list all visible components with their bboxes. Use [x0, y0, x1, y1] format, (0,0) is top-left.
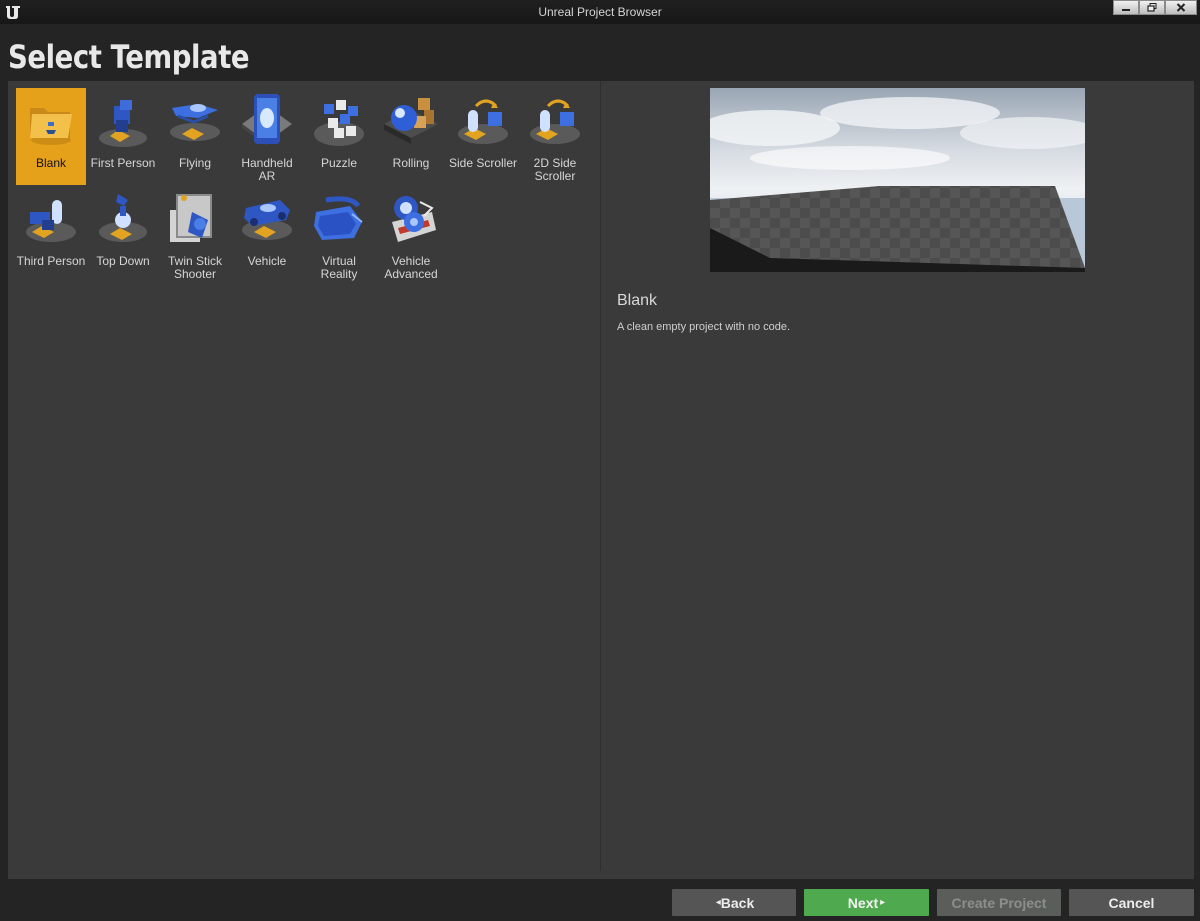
template-label: Rolling	[392, 156, 430, 170]
template-flying[interactable]: Flying	[160, 88, 230, 186]
flying-icon	[168, 94, 222, 148]
template-label: Third Person	[16, 254, 86, 268]
cancel-button[interactable]: Cancel	[1069, 889, 1194, 916]
template-description: A clean empty project with no code.	[617, 321, 791, 333]
template-label: Vehicle Advanced	[384, 254, 438, 281]
template-preview-image	[710, 88, 1085, 272]
minimize-button[interactable]	[1113, 0, 1139, 15]
top-down-icon	[96, 192, 150, 246]
template-first-person[interactable]: First Person	[88, 88, 158, 186]
title-bar: Unreal Project Browser	[0, 0, 1200, 24]
template-label: 2D Side Scroller	[533, 156, 577, 183]
pane-divider	[600, 81, 601, 871]
close-icon	[1176, 3, 1186, 12]
template-label: Flying	[178, 156, 211, 170]
template-vehicle-advanced[interactable]: Vehicle Advanced	[376, 186, 446, 284]
first-person-icon	[96, 94, 150, 148]
rolling-icon	[384, 94, 438, 148]
minimize-icon	[1122, 8, 1130, 11]
template-vehicle[interactable]: Vehicle	[232, 186, 302, 284]
template-label: First Person	[90, 156, 156, 170]
template-blank[interactable]: Blank	[16, 88, 86, 185]
puzzle-icon	[312, 94, 366, 148]
template-label: Puzzle	[320, 156, 358, 170]
cancel-label: Cancel	[1108, 894, 1155, 911]
template-details: Blank A clean empty project with no code…	[602, 81, 1194, 879]
template-label: Top Down	[96, 254, 150, 268]
template-rolling[interactable]: Rolling	[376, 88, 446, 186]
template-name: Blank	[617, 292, 658, 309]
template-virtual-reality[interactable]: Virtual Reality	[304, 186, 374, 284]
template-label: Twin Stick Shooter	[167, 254, 222, 281]
side-scroller-icon	[456, 94, 510, 148]
template-puzzle[interactable]: Puzzle	[304, 88, 374, 186]
template-top-down[interactable]: Top Down	[88, 186, 158, 284]
next-button[interactable]: Next ▸	[804, 889, 929, 916]
twin-stick-shooter-icon	[168, 192, 222, 246]
restore-icon	[1147, 3, 1157, 12]
template-label: Virtual Reality	[320, 254, 358, 281]
template-2d-side-scroller[interactable]: 2D Side Scroller	[520, 88, 590, 186]
handheld-ar-icon	[240, 94, 294, 148]
create-project-button[interactable]: Create Project	[937, 889, 1061, 916]
back-label: Back	[720, 894, 755, 911]
template-label: Handheld AR	[241, 156, 293, 183]
window-title: Unreal Project Browser	[538, 5, 662, 19]
next-label: Next	[847, 894, 879, 911]
template-label: Side Scroller	[448, 156, 518, 170]
back-button[interactable]: ◂ Back	[672, 889, 796, 916]
restore-button[interactable]	[1139, 0, 1165, 15]
template-twin-stick-shooter[interactable]: Twin Stick Shooter	[160, 186, 230, 284]
main-panel: Blank First Person Flying Handheld AR Pu…	[8, 81, 1194, 879]
folder-icon	[24, 94, 78, 148]
window-controls	[1113, 0, 1197, 15]
create-label: Create Project	[951, 894, 1047, 911]
template-handheld-ar[interactable]: Handheld AR	[232, 88, 302, 186]
third-person-icon	[24, 192, 78, 246]
vehicle-advanced-icon	[384, 192, 438, 246]
template-list: Blank First Person Flying Handheld AR Pu…	[8, 81, 600, 879]
vr-headset-icon	[312, 192, 366, 246]
chevron-right-icon: ▸	[880, 897, 886, 908]
template-side-scroller[interactable]: Side Scroller	[448, 88, 518, 186]
template-label: Blank	[35, 156, 67, 170]
template-label: Vehicle	[247, 254, 287, 268]
vehicle-icon	[240, 192, 294, 246]
close-button[interactable]	[1165, 0, 1197, 15]
page-title: Select Template	[8, 38, 250, 76]
2d-side-scroller-icon	[528, 94, 582, 148]
template-third-person[interactable]: Third Person	[16, 186, 86, 284]
